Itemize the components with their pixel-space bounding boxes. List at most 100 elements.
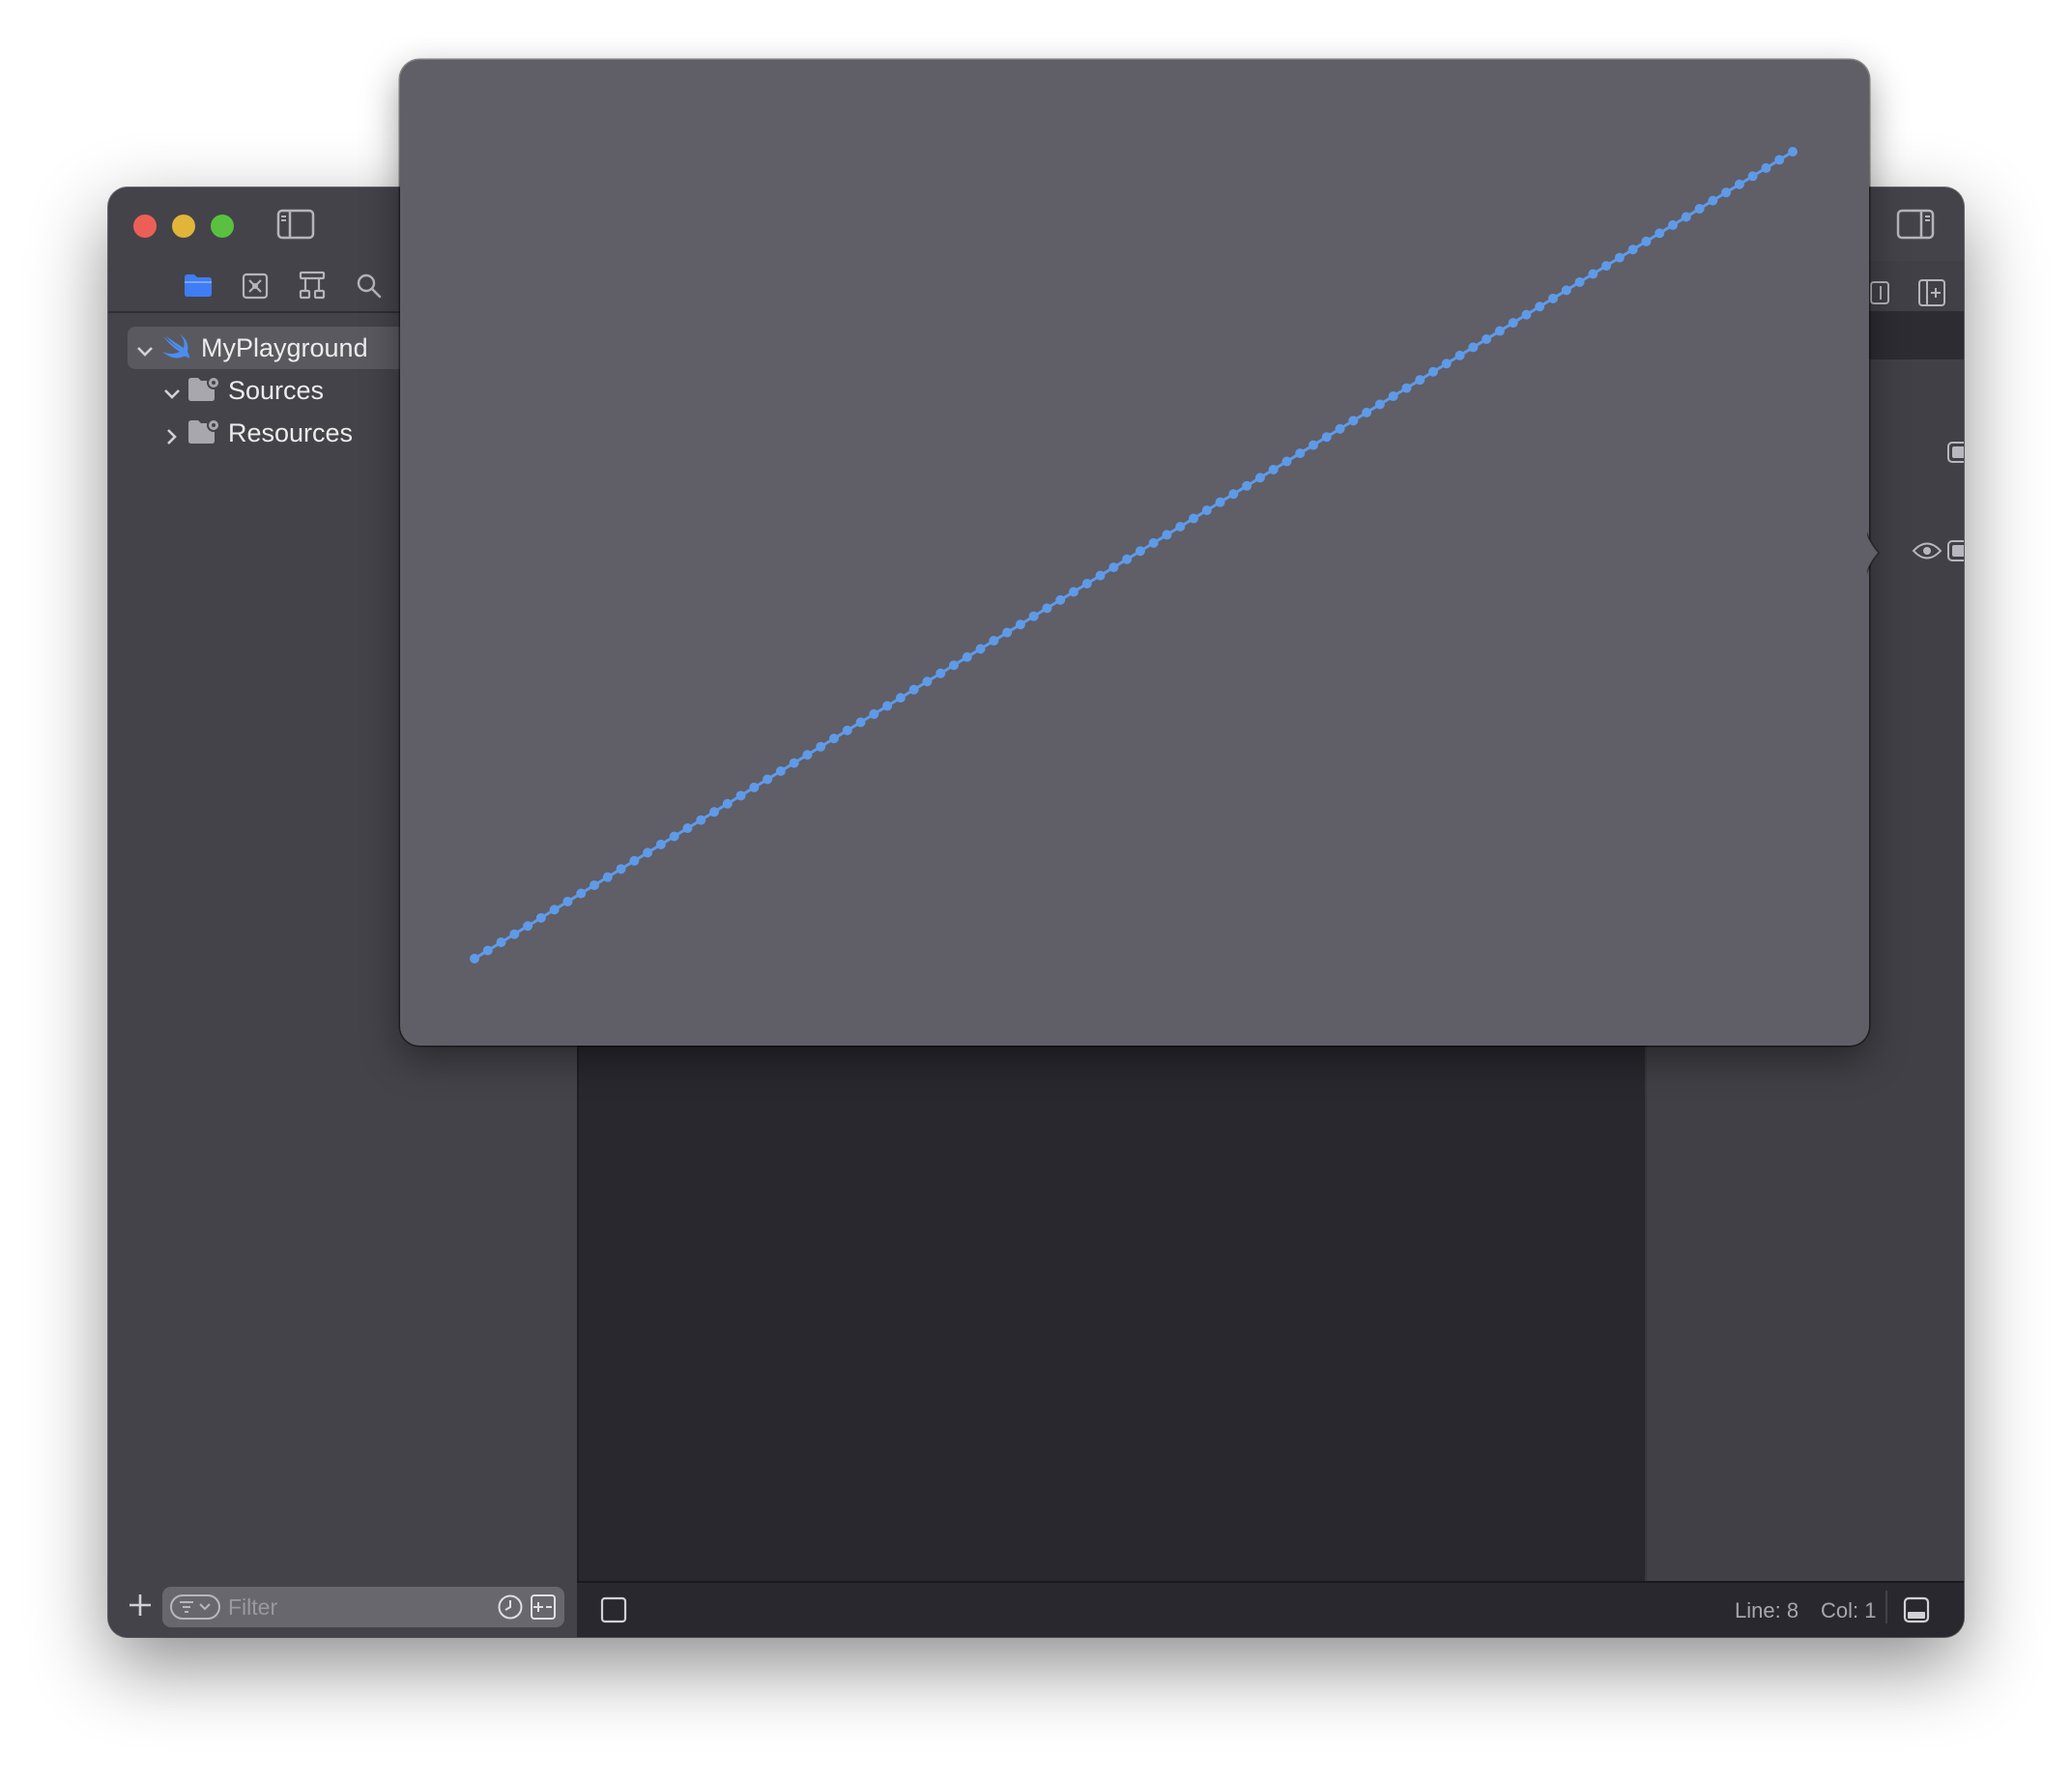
data-point xyxy=(1228,489,1239,500)
data-point xyxy=(1614,252,1625,263)
run-checkbox-icon[interactable] xyxy=(600,1596,627,1623)
data-point xyxy=(1254,473,1265,483)
data-point xyxy=(1042,603,1052,614)
data-point xyxy=(1428,366,1438,377)
data-point xyxy=(842,725,852,735)
add-icon[interactable] xyxy=(128,1593,153,1618)
minimize-icon[interactable] xyxy=(172,215,195,238)
folder-gear-icon xyxy=(187,375,222,411)
close-icon[interactable] xyxy=(133,215,157,238)
data-point xyxy=(1734,179,1744,189)
data-point xyxy=(775,766,786,777)
filter-options-icon[interactable] xyxy=(170,1594,220,1620)
data-point xyxy=(722,798,733,809)
data-point xyxy=(1508,318,1518,329)
data-point xyxy=(629,855,640,866)
data-point xyxy=(989,636,999,646)
data-point xyxy=(1788,147,1798,157)
data-point xyxy=(1309,440,1318,450)
data-point xyxy=(1242,480,1252,491)
data-point xyxy=(1189,513,1198,524)
zoom-icon[interactable] xyxy=(211,215,234,238)
chevron-right-icon[interactable] xyxy=(162,423,182,453)
data-point xyxy=(829,733,839,744)
data-point xyxy=(1295,448,1306,459)
data-point xyxy=(1482,333,1492,344)
data-point xyxy=(749,782,760,792)
data-point xyxy=(1747,171,1758,182)
data-point xyxy=(935,668,946,678)
data-point xyxy=(669,831,679,842)
data-point xyxy=(816,741,826,752)
hierarchy-icon[interactable] xyxy=(298,271,327,300)
data-point xyxy=(1028,611,1039,621)
data-point xyxy=(496,937,506,948)
source-control-icon[interactable] xyxy=(242,273,269,300)
data-point xyxy=(1321,432,1332,443)
chevron-down-icon[interactable] xyxy=(162,381,182,411)
tree-item-label: Resources xyxy=(228,418,354,447)
data-point xyxy=(1681,212,1691,222)
recent-files-icon[interactable] xyxy=(497,1593,524,1621)
tree-item-label: Sources xyxy=(228,376,325,405)
data-point xyxy=(1175,521,1186,531)
data-point xyxy=(1774,155,1785,165)
data-point xyxy=(1561,285,1571,296)
data-point xyxy=(1668,219,1678,230)
data-point xyxy=(1335,423,1345,434)
data-point xyxy=(535,912,546,923)
data-point xyxy=(855,717,866,728)
data-point xyxy=(709,807,719,818)
data-point xyxy=(1095,570,1106,581)
data-point xyxy=(1574,276,1585,287)
data-point xyxy=(1215,497,1225,507)
add-editor-icon[interactable] xyxy=(1917,278,1946,307)
status-bar: Line: 8 Col: 1 xyxy=(577,1581,1964,1637)
data-point xyxy=(1468,342,1479,353)
line-indicator: Line: 8 xyxy=(1735,1598,1799,1622)
folder-icon[interactable] xyxy=(184,273,213,298)
inline-result-icon[interactable] xyxy=(1946,539,1964,562)
data-point xyxy=(590,880,599,891)
data-point xyxy=(1761,162,1771,173)
data-point xyxy=(1588,269,1598,279)
data-point xyxy=(1362,407,1372,417)
data-point xyxy=(1415,375,1425,386)
data-point xyxy=(1694,204,1705,215)
data-point xyxy=(1601,261,1612,272)
filter-input[interactable]: Filter xyxy=(162,1587,564,1627)
data-point xyxy=(922,676,933,687)
filter-placeholder: Filter xyxy=(228,1594,278,1620)
column-indicator: Col: 1 xyxy=(1821,1598,1877,1622)
data-point xyxy=(1521,309,1532,320)
sidebar-right-icon[interactable] xyxy=(1896,209,1935,240)
swift-icon xyxy=(160,332,191,368)
sidebar-left-icon[interactable] xyxy=(276,209,315,240)
data-point xyxy=(1454,350,1465,360)
chevron-down-icon[interactable] xyxy=(135,338,155,368)
data-point xyxy=(655,839,666,849)
debug-area-toggle-icon[interactable] xyxy=(1903,1596,1930,1623)
data-point xyxy=(908,684,919,695)
data-point xyxy=(1374,399,1385,410)
data-point xyxy=(1655,228,1665,239)
data-point xyxy=(949,660,959,671)
source-control-filter-icon[interactable] xyxy=(530,1593,557,1621)
data-point xyxy=(869,708,879,719)
data-point xyxy=(1721,187,1732,198)
data-point xyxy=(509,929,520,939)
data-point xyxy=(1441,359,1452,369)
folder-gear-icon xyxy=(187,417,222,453)
line-chart xyxy=(470,147,1798,963)
data-point xyxy=(1148,537,1159,548)
data-point xyxy=(696,815,706,825)
data-point xyxy=(735,790,746,801)
status-divider xyxy=(1885,1591,1887,1623)
search-icon[interactable] xyxy=(356,273,383,300)
canvas-toggle-icon[interactable] xyxy=(1869,280,1890,305)
data-point xyxy=(616,864,626,875)
inline-result-icon[interactable] xyxy=(1946,441,1964,464)
data-point xyxy=(975,644,986,654)
data-point xyxy=(1108,562,1119,573)
data-point xyxy=(962,651,972,662)
